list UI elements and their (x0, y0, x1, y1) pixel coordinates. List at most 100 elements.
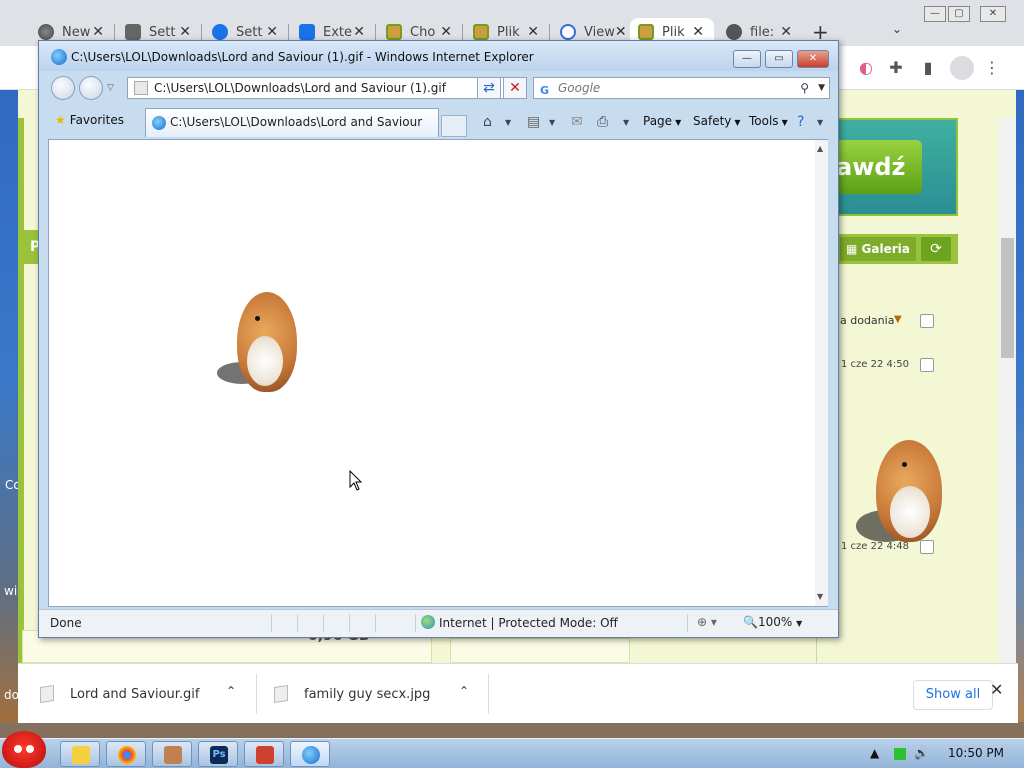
show-all-button[interactable]: Show all (913, 680, 993, 710)
side-panel-icon[interactable]: ▮ (918, 58, 938, 78)
chevron-up-icon[interactable]: ⌃ (459, 684, 469, 698)
maximize-button[interactable]: ▢ (948, 6, 970, 22)
close-tab-icon[interactable]: ✕ (353, 24, 365, 40)
ie-new-tab-button[interactable] (441, 115, 467, 137)
tab-label: Cho (410, 24, 436, 40)
minimize-button[interactable]: — (733, 50, 761, 68)
puzzle-icon[interactable]: ✚ (886, 58, 906, 78)
ie-content-area: ▲ ▼ (48, 139, 828, 607)
status-divider (323, 614, 324, 632)
sort-dropdown-icon[interactable]: ▼ (894, 314, 902, 325)
file-icon (134, 81, 148, 95)
search-input[interactable]: G Google ⚲ ▼ (533, 77, 830, 99)
tab-separator (288, 24, 289, 40)
home-dropdown-icon[interactable]: ▼ (505, 118, 511, 127)
tab-separator (462, 24, 463, 40)
home-icon[interactable]: ⌂ (483, 114, 492, 130)
close-window-button[interactable]: ✕ (980, 6, 1006, 22)
file-checkbox[interactable] (920, 358, 934, 372)
clock[interactable]: 10:50 PM (948, 746, 1004, 760)
status-text: Done (50, 616, 82, 630)
feeds-icon[interactable]: ▤ (527, 114, 540, 130)
volume-icon[interactable]: 🔊 (914, 746, 929, 760)
hamster-thumbnail[interactable] (856, 440, 946, 550)
close-tab-icon[interactable]: ✕ (266, 24, 278, 40)
extension-icon[interactable]: ◐ (856, 58, 876, 78)
close-tab-icon[interactable]: ✕ (92, 24, 104, 40)
at-icon (560, 24, 576, 40)
safety-menu[interactable]: Safety ▼ (693, 114, 741, 128)
ie-title-bar: C:\Users\LOL\Downloads\Lord and Saviour … (39, 41, 838, 71)
tools-menu[interactable]: Tools ▼ (749, 114, 788, 128)
ie-vertical-scrollbar[interactable]: ▲ ▼ (815, 140, 828, 606)
mail-icon[interactable]: ✉ (571, 114, 583, 130)
close-window-button[interactable]: ✕ (797, 50, 829, 68)
forward-button[interactable] (79, 76, 103, 100)
tab-label: Sett (236, 24, 263, 40)
history-dropdown-icon[interactable]: ▽ (107, 83, 114, 93)
tab-label: Plik (497, 24, 520, 40)
start-button[interactable] (2, 731, 46, 768)
download-filename: Lord and Saviour.gif (70, 686, 200, 702)
download-filename: family guy secx.jpg (304, 686, 431, 702)
close-downloads-icon[interactable]: ✕ (990, 680, 1003, 699)
help-dropdown-icon[interactable]: ▼ (817, 118, 823, 127)
maximize-button[interactable]: ▭ (765, 50, 793, 68)
page-scrollbar-thumb[interactable] (1001, 238, 1014, 358)
popup-blocker-icon[interactable]: ⊕ ▾ (697, 615, 717, 629)
select-all-checkbox[interactable] (920, 314, 934, 328)
refresh-icon[interactable]: ⇄ (477, 77, 501, 99)
taskbar-chrome[interactable] (106, 741, 146, 767)
feeds-dropdown-icon[interactable]: ▼ (549, 118, 555, 127)
download-item[interactable]: family guy secx.jpg (274, 664, 430, 724)
ie-tab-active[interactable]: C:\Users\LOL\Downloads\Lord and Saviour … (145, 108, 439, 156)
search-dropdown-icon[interactable]: ▼ (818, 78, 825, 98)
show-hidden-icons[interactable]: ▲ (870, 746, 879, 760)
help-icon[interactable]: ? (797, 114, 804, 130)
taskbar-internet-explorer[interactable] (290, 741, 330, 767)
zoom-level: 100% (757, 615, 793, 629)
stop-icon[interactable]: ✕ (503, 77, 527, 99)
scroll-up-icon[interactable]: ▲ (817, 144, 823, 153)
page-menu[interactable]: Page ▼ (643, 114, 681, 128)
google-icon: G (540, 84, 550, 97)
back-button[interactable] (51, 76, 75, 100)
security-zone[interactable]: Internet | Protected Mode: Off (421, 615, 618, 630)
print-dropdown-icon[interactable]: ▼ (623, 118, 629, 127)
gallery-button[interactable]: ▦ Galeria (840, 237, 916, 261)
status-divider (271, 614, 272, 632)
chevron-up-icon[interactable]: ⌃ (226, 684, 236, 698)
taskbar-photoshop[interactable]: Ps (198, 741, 238, 767)
scroll-down-icon[interactable]: ▼ (817, 592, 823, 601)
close-tab-icon[interactable]: ✕ (440, 24, 452, 40)
print-icon[interactable]: ⎙ (597, 114, 608, 130)
download-item[interactable]: Lord and Saviour.gif (40, 664, 200, 724)
page-scrollbar[interactable] (999, 118, 1016, 663)
ie-window-title: C:\Users\LOL\Downloads\Lord and Saviour … (71, 50, 534, 64)
close-tab-icon[interactable]: ✕ (615, 24, 627, 40)
search-icon[interactable]: ⚲ (800, 78, 809, 98)
minimize-button[interactable]: — (924, 6, 946, 22)
tab-search-button[interactable]: ⌄ (892, 22, 902, 36)
refresh-icon[interactable]: ⟳ (921, 237, 951, 261)
taskbar-game[interactable] (244, 741, 284, 767)
secondary-panel (450, 638, 630, 663)
close-tab-icon[interactable]: ✕ (692, 24, 704, 40)
zoom-control[interactable]: 🔍100% ▼ (743, 615, 802, 629)
taskbar-explorer[interactable] (60, 741, 100, 767)
close-tab-icon[interactable]: ✕ (179, 24, 191, 40)
address-text: C:\Users\LOL\Downloads\Lord and Saviour … (154, 81, 446, 95)
close-tab-icon[interactable]: ✕ (780, 24, 792, 40)
favorites-button[interactable]: ★ Favorites (55, 113, 124, 127)
tools-menu-label: Tools (749, 114, 779, 128)
ie-window: C:\Users\LOL\Downloads\Lord and Saviour … (38, 40, 839, 638)
address-bar[interactable]: C:\Users\LOL\Downloads\Lord and Saviour … (127, 77, 515, 99)
sort-label[interactable]: a dodania (840, 314, 894, 327)
close-tab-icon[interactable]: ✕ (527, 24, 539, 40)
profile-avatar[interactable] (950, 56, 974, 80)
tab-separator (201, 24, 202, 40)
menu-icon[interactable]: ⋮ (982, 58, 1002, 78)
network-icon[interactable] (894, 748, 906, 760)
taskbar-app[interactable] (152, 741, 192, 767)
status-divider (415, 614, 416, 632)
